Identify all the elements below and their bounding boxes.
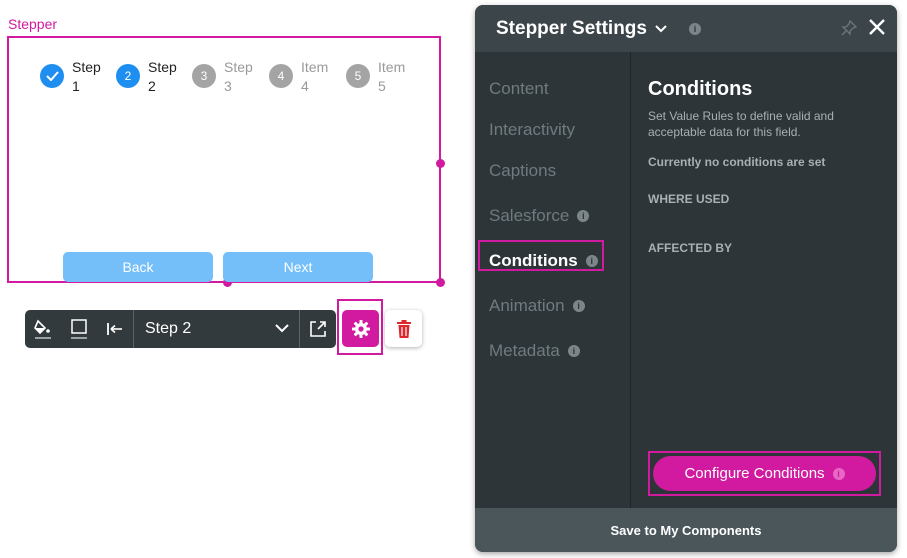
step-3-number: 3 <box>192 64 216 88</box>
info-icon: i <box>832 467 845 480</box>
info-icon: i <box>577 210 590 222</box>
step-1[interactable]: Step 1 <box>40 58 106 96</box>
affected-by-heading: AFFECTED BY <box>648 241 732 255</box>
close-icon[interactable] <box>868 18 886 41</box>
nav-item-metadata[interactable]: Metadata i <box>489 341 580 361</box>
nav-item-salesforce[interactable]: Salesforce i <box>489 206 590 226</box>
step-5-number: 5 <box>346 64 370 88</box>
chevron-down-icon <box>275 320 289 338</box>
info-icon: i <box>567 345 580 357</box>
align-left-icon[interactable] <box>97 310 133 348</box>
step-5[interactable]: 5 Item 5 <box>346 58 412 96</box>
step-2-number: 2 <box>116 64 140 88</box>
back-button[interactable]: Back <box>63 252 213 282</box>
border-icon[interactable] <box>61 310 97 348</box>
step-1-label: Step 1 <box>72 59 101 94</box>
step-select-value: Step 2 <box>145 320 192 337</box>
check-icon <box>40 64 64 88</box>
configure-conditions-label: Configure Conditions <box>684 465 825 482</box>
section-description: Set Value Rules to define valid and acce… <box>648 109 834 139</box>
step-5-label: Item 5 <box>378 59 406 94</box>
component-label: Stepper <box>8 16 58 32</box>
resize-handle-right[interactable] <box>436 159 445 168</box>
gear-icon[interactable] <box>342 310 379 347</box>
panel-title[interactable]: Stepper Settings <box>496 18 647 40</box>
step-4[interactable]: 4 Item 4 <box>269 58 335 96</box>
step-select[interactable]: Step 2 <box>134 320 299 338</box>
step-3-label: Step 3 <box>224 59 253 94</box>
pin-icon[interactable] <box>841 19 858 41</box>
trash-icon[interactable] <box>385 310 422 347</box>
info-icon[interactable]: i <box>688 22 701 35</box>
where-used-heading: WHERE USED <box>648 192 730 206</box>
save-to-my-components-button[interactable]: Save to My Components <box>475 508 897 552</box>
panel-header: Stepper Settings i <box>475 5 897 52</box>
paint-bucket-icon[interactable] <box>25 310 61 348</box>
step-3[interactable]: 3 Step 3 <box>192 58 258 96</box>
step-2[interactable]: 2 Step 2 <box>116 58 182 96</box>
conditions-content: Conditions Set Value Rules to define val… <box>632 52 897 508</box>
nav-item-content[interactable]: Content <box>489 79 549 99</box>
nav-item-animation[interactable]: Animation i <box>489 296 585 316</box>
nav-item-captions[interactable]: Captions <box>489 161 556 181</box>
resize-handle-corner[interactable] <box>436 278 445 287</box>
section-title: Conditions <box>648 78 753 100</box>
component-toolbar: Step 2 <box>25 310 336 348</box>
nav-item-interactivity[interactable]: Interactivity <box>489 120 575 140</box>
step-4-label: Item 4 <box>301 59 329 94</box>
step-2-label: Step 2 <box>148 59 177 94</box>
configure-conditions-button[interactable]: Configure Conditions i <box>653 456 876 491</box>
step-4-number: 4 <box>269 64 293 88</box>
no-conditions-text: Currently no conditions are set <box>648 155 826 169</box>
next-button[interactable]: Next <box>223 252 373 282</box>
settings-nav: Content Interactivity Captions Salesforc… <box>475 52 631 508</box>
info-icon: i <box>572 300 585 312</box>
chevron-down-icon[interactable] <box>655 24 667 33</box>
conditions-highlight <box>478 240 604 271</box>
open-external-icon[interactable] <box>300 310 336 348</box>
